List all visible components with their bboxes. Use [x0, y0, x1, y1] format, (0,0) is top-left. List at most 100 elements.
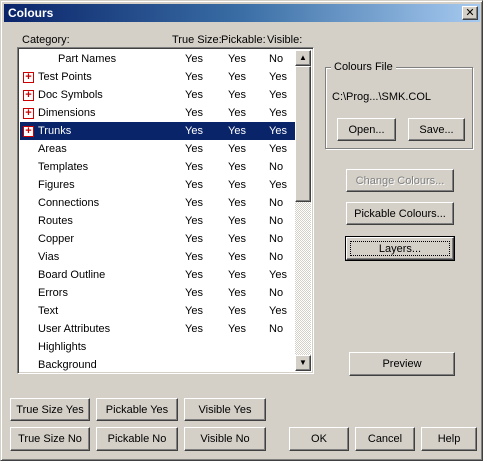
row-true-size-value: Yes: [185, 143, 203, 155]
row-visible-value: No: [269, 233, 284, 245]
list-item[interactable]: Connections Yes Yes No: [20, 194, 298, 212]
row-true-size-value: Yes: [185, 287, 203, 299]
row-pickable-value: Yes: [228, 161, 246, 173]
row-category-name: Templates: [38, 161, 89, 173]
row-category-name: Connections: [38, 197, 100, 209]
row-category-name: Background: [38, 359, 97, 371]
scroll-thumb[interactable]: [295, 66, 311, 202]
row-visible-value: Yes: [269, 305, 287, 317]
row-category-name: Part Names: [58, 53, 117, 65]
row-category-name: Trunks: [38, 125, 72, 137]
list-item[interactable]: Areas Yes Yes Yes: [20, 140, 298, 158]
category-list[interactable]: Part Names Yes Yes No + Test Points Yes Yes Yes +…: [17, 47, 314, 374]
row-true-size-value: Yes: [185, 197, 203, 209]
list-item[interactable]: + Test Points Yes Yes Yes: [20, 68, 298, 86]
save-button[interactable]: Save...: [408, 118, 465, 141]
row-category-name: Dimensions: [38, 107, 96, 119]
help-button[interactable]: Help: [421, 427, 477, 451]
row-true-size-value: Yes: [185, 179, 203, 191]
list-item[interactable]: Figures Yes Yes Yes: [20, 176, 298, 194]
true-size-header: True Size:: [172, 34, 222, 46]
row-pickable-value: Yes: [228, 143, 246, 155]
scroll-up-icon[interactable]: ▲: [295, 50, 311, 66]
list-item[interactable]: User Attributes Yes Yes No: [20, 320, 298, 338]
row-visible-value: No: [269, 251, 284, 263]
pickable-yes-button[interactable]: Pickable Yes: [96, 398, 178, 421]
colours-dialog: Colours ✕ Category: True Size: Pickable:…: [0, 0, 483, 461]
list-item[interactable]: Errors Yes Yes No: [20, 284, 298, 302]
row-true-size-value: Yes: [185, 53, 203, 65]
row-visible-value: No: [269, 323, 284, 335]
change-colours-button[interactable]: Change Colours...: [346, 169, 454, 192]
list-item[interactable]: Templates Yes Yes No: [20, 158, 298, 176]
ok-button[interactable]: OK: [289, 427, 349, 451]
expand-icon[interactable]: +: [23, 126, 34, 137]
pickable-colours-button[interactable]: Pickable Colours...: [346, 202, 454, 225]
list-item[interactable]: Part Names Yes Yes No: [20, 50, 298, 68]
open-button[interactable]: Open...: [337, 118, 396, 141]
preview-button[interactable]: Preview: [349, 352, 455, 376]
focus-rectangle: [350, 241, 450, 256]
row-true-size-value: Yes: [185, 89, 203, 101]
list-item[interactable]: Copper Yes Yes No: [20, 230, 298, 248]
row-category-name: Doc Symbols: [38, 89, 103, 101]
row-visible-value: No: [269, 161, 284, 173]
row-pickable-value: Yes: [228, 287, 246, 299]
row-visible-value: Yes: [269, 125, 287, 137]
list-item[interactable]: + Dimensions Yes Yes Yes: [20, 104, 298, 122]
row-visible-value: No: [269, 53, 284, 65]
list-item[interactable]: + Trunks Yes Yes Yes: [20, 122, 298, 140]
row-visible-value: No: [269, 197, 284, 209]
row-pickable-value: Yes: [228, 215, 246, 227]
window-title: Colours: [8, 6, 54, 20]
scroll-down-icon[interactable]: ▼: [295, 355, 311, 371]
row-category-name: Text: [38, 305, 59, 317]
pickable-no-button[interactable]: Pickable No: [96, 427, 178, 451]
list-item[interactable]: Highlights: [20, 338, 298, 356]
true-size-no-button[interactable]: True Size No: [10, 427, 90, 451]
list-item[interactable]: Background: [20, 356, 298, 373]
colours-file-path: C:\Prog...\SMK.COL: [332, 91, 432, 103]
row-visible-value: Yes: [269, 107, 287, 119]
row-true-size-value: Yes: [185, 215, 203, 227]
row-visible-value: No: [269, 287, 284, 299]
expand-icon[interactable]: +: [23, 90, 34, 101]
row-true-size-value: Yes: [185, 233, 203, 245]
list-item[interactable]: + Doc Symbols Yes Yes Yes: [20, 86, 298, 104]
row-pickable-value: Yes: [228, 233, 246, 245]
cancel-button[interactable]: Cancel: [355, 427, 415, 451]
list-item[interactable]: Board Outline Yes Yes Yes: [20, 266, 298, 284]
list-item[interactable]: Text Yes Yes Yes: [20, 302, 298, 320]
row-category-name: User Attributes: [38, 323, 111, 335]
row-pickable-value: Yes: [228, 197, 246, 209]
row-pickable-value: Yes: [228, 323, 246, 335]
row-category-name: Copper: [38, 233, 75, 245]
close-icon[interactable]: ✕: [462, 6, 478, 20]
visible-yes-button[interactable]: Visible Yes: [184, 398, 266, 421]
layers-button[interactable]: Layers...: [345, 236, 455, 261]
true-size-yes-button[interactable]: True Size Yes: [10, 398, 90, 421]
row-pickable-value: Yes: [228, 53, 246, 65]
row-pickable-value: Yes: [228, 71, 246, 83]
row-visible-value: Yes: [269, 89, 287, 101]
expand-icon[interactable]: +: [23, 72, 34, 83]
row-true-size-value: Yes: [185, 251, 203, 263]
row-true-size-value: Yes: [185, 125, 203, 137]
row-pickable-value: Yes: [228, 305, 246, 317]
visible-no-button[interactable]: Visible No: [184, 427, 266, 451]
row-category-name: Routes: [38, 215, 73, 227]
row-pickable-value: Yes: [228, 89, 246, 101]
row-pickable-value: Yes: [228, 107, 246, 119]
list-item[interactable]: Routes Yes Yes No: [20, 212, 298, 230]
row-true-size-value: Yes: [185, 161, 203, 173]
title-bar: Colours ✕: [4, 4, 480, 22]
row-visible-value: Yes: [269, 71, 287, 83]
row-visible-value: No: [269, 215, 284, 227]
colours-file-label: Colours File: [331, 61, 396, 73]
visible-header: Visible:: [267, 34, 303, 46]
expand-icon[interactable]: +: [23, 108, 34, 119]
row-true-size-value: Yes: [185, 305, 203, 317]
vertical-scrollbar[interactable]: ▲ ▼: [295, 50, 311, 371]
list-item[interactable]: Vias Yes Yes No: [20, 248, 298, 266]
row-visible-value: Yes: [269, 143, 287, 155]
